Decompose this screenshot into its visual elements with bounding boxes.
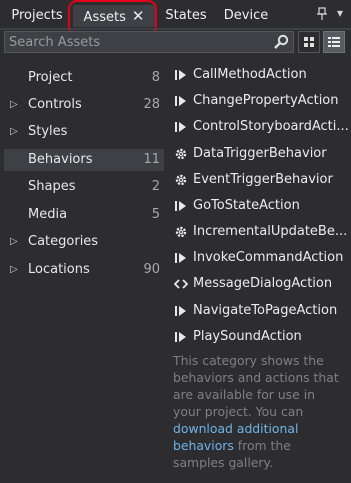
asset-item-messagedialogaction[interactable]: MessageDialogAction xyxy=(170,273,348,295)
category-count: 8 xyxy=(151,70,160,85)
category-shapes[interactable]: Shapes 2 xyxy=(4,176,164,198)
category-label: Behaviors xyxy=(28,152,93,167)
asset-item-navigatetopageaction[interactable]: NavigateToPageAction xyxy=(170,300,348,322)
list-view-icon xyxy=(328,37,340,47)
gear-icon xyxy=(174,225,188,239)
tab-bar: Projects Assets ✕ States Device ▾ xyxy=(0,0,351,36)
category-project[interactable]: Project 8 xyxy=(4,67,164,89)
search-row xyxy=(4,31,347,55)
expand-arrow-icon[interactable]: ▷ xyxy=(10,231,18,253)
list-view-button[interactable] xyxy=(323,31,345,53)
category-locations[interactable]: ▷ Locations 90 xyxy=(4,259,164,281)
asset-item-gotostateaction[interactable]: GoToStateAction xyxy=(170,195,348,217)
asset-item-label: EventTriggerBehavior xyxy=(193,172,333,187)
category-label: Styles xyxy=(28,124,68,139)
search-input[interactable] xyxy=(9,33,264,51)
action-icon xyxy=(174,304,188,318)
category-label: Locations xyxy=(28,262,90,277)
grid-view-icon xyxy=(304,37,314,47)
asset-item-label: CallMethodAction xyxy=(193,67,307,82)
gear-icon xyxy=(174,173,188,187)
expand-arrow-icon[interactable]: ▷ xyxy=(10,259,18,281)
panel-menu-icon[interactable]: ▾ xyxy=(337,6,343,20)
tab-states[interactable]: States xyxy=(157,5,215,27)
asset-item-callmethodaction[interactable]: CallMethodAction xyxy=(170,64,348,86)
action-icon xyxy=(174,120,188,134)
action-icon xyxy=(174,94,188,108)
category-behaviors[interactable]: Behaviors 11 xyxy=(4,149,164,171)
gear-icon xyxy=(174,147,188,161)
tab-underline xyxy=(0,28,351,30)
asset-item-invokecommandaction[interactable]: InvokeCommandAction xyxy=(170,247,348,269)
asset-item-playsoundaction[interactable]: PlaySoundAction xyxy=(170,326,348,348)
category-styles[interactable]: ▷ Styles xyxy=(4,121,164,143)
action-icon xyxy=(174,199,188,213)
tab-device[interactable]: Device xyxy=(217,5,275,27)
asset-item-label: ControlStoryboardActi... xyxy=(193,119,348,134)
tab-label: Device xyxy=(223,8,269,23)
code-icon xyxy=(173,277,189,291)
asset-item-label: NavigateToPageAction xyxy=(193,303,338,318)
asset-item-label: GoToStateAction xyxy=(193,198,300,213)
search-box xyxy=(4,31,294,53)
asset-item-changepropertyaction[interactable]: ChangePropertyAction xyxy=(170,90,348,112)
asset-item-label: ChangePropertyAction xyxy=(193,93,339,108)
category-count: 90 xyxy=(143,262,160,277)
category-label: Shapes xyxy=(28,179,76,194)
asset-item-label: MessageDialogAction xyxy=(193,276,333,291)
asset-item-label: PlaySoundAction xyxy=(193,329,302,344)
asset-item-label: InvokeCommandAction xyxy=(193,250,344,265)
action-icon xyxy=(174,330,188,344)
expand-arrow-icon[interactable]: ▷ xyxy=(10,121,18,143)
action-icon xyxy=(174,251,188,265)
search-icon[interactable] xyxy=(273,34,289,54)
pin-icon[interactable] xyxy=(317,7,327,24)
category-count: 28 xyxy=(143,97,160,112)
category-count: 11 xyxy=(143,152,160,167)
category-label: Project xyxy=(28,70,73,85)
tab-projects[interactable]: Projects xyxy=(4,5,70,27)
category-media[interactable]: Media 5 xyxy=(4,204,164,226)
tab-label: Projects xyxy=(11,8,63,23)
expand-arrow-icon[interactable]: ▷ xyxy=(10,94,18,116)
grid-view-button[interactable] xyxy=(298,31,320,53)
description-text: This category shows the behaviors and ac… xyxy=(173,353,339,419)
category-label: Categories xyxy=(28,234,99,249)
category-label: Media xyxy=(28,207,68,222)
asset-item-controlstoryboardaction[interactable]: ControlStoryboardActi... xyxy=(170,116,348,138)
tab-label: States xyxy=(165,8,207,23)
category-count: 2 xyxy=(151,179,160,194)
asset-item-incrementalupdatebehavior[interactable]: IncrementalUpdateBe... xyxy=(170,221,348,243)
category-count: 5 xyxy=(151,207,160,222)
asset-item-eventtriggerbehavior[interactable]: EventTriggerBehavior xyxy=(170,169,348,191)
category-controls[interactable]: ▷ Controls 28 xyxy=(4,94,164,116)
asset-item-label: DataTriggerBehavior xyxy=(193,146,327,161)
asset-item-label: IncrementalUpdateBe... xyxy=(193,224,348,239)
category-description: This category shows the behaviors and ac… xyxy=(173,352,343,471)
action-icon xyxy=(174,68,188,82)
asset-item-datatriggerbehavior[interactable]: DataTriggerBehavior xyxy=(170,143,348,165)
category-label: Controls xyxy=(28,97,82,112)
category-categories[interactable]: ▷ Categories xyxy=(4,231,164,253)
